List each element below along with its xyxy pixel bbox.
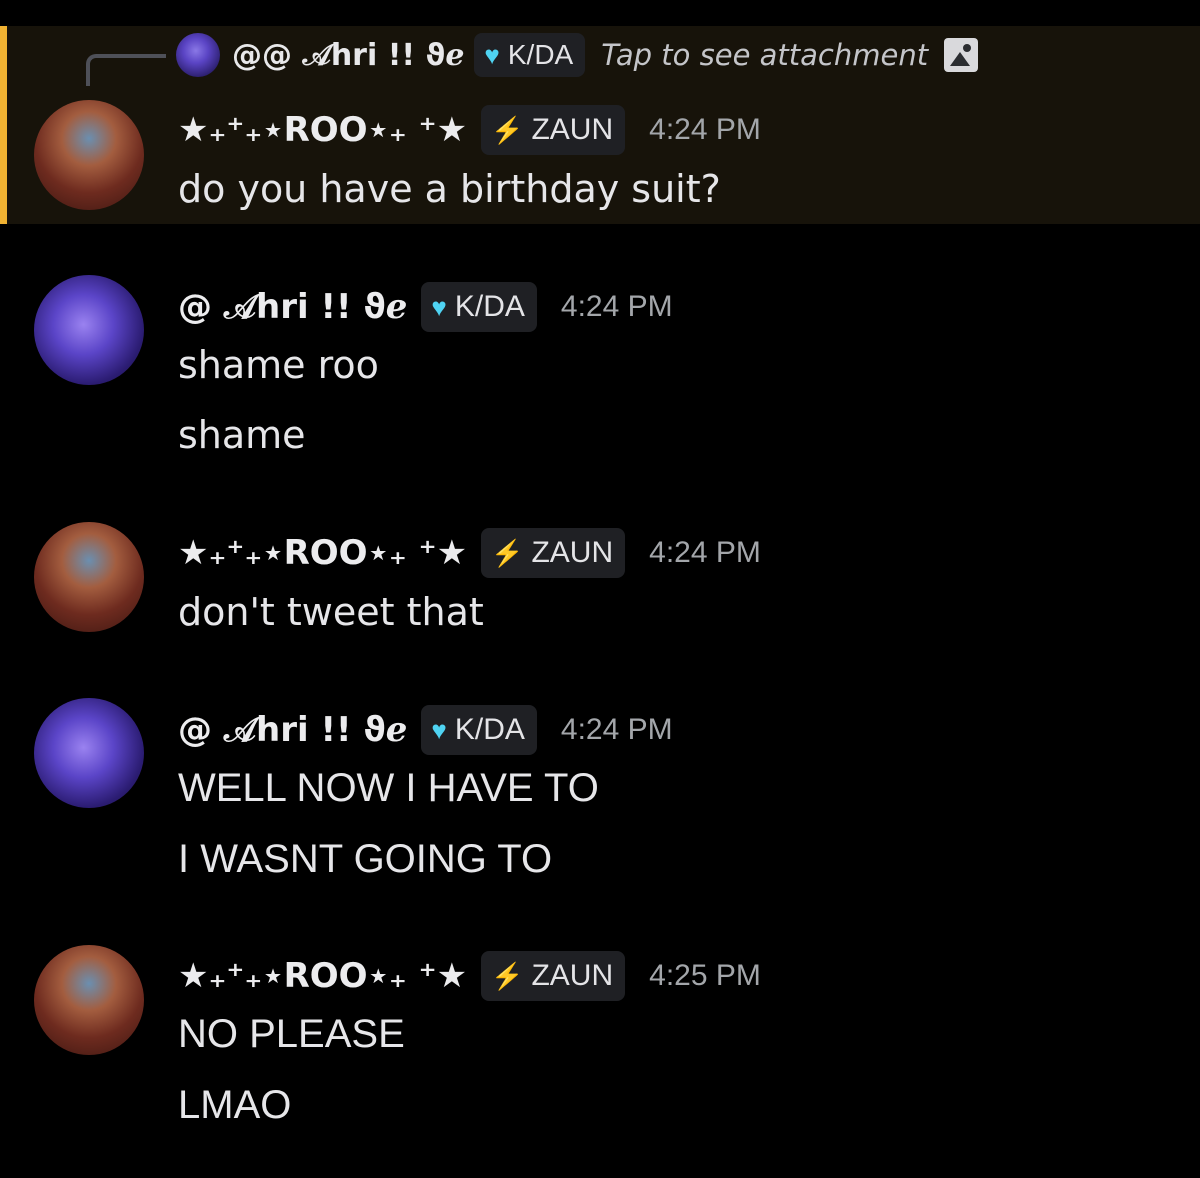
role-tag-label: K/DA	[454, 713, 525, 746]
message-header: @ 𝒜hri !! ϑℯ ♥ K/DA 4:24 PM	[178, 281, 673, 333]
username[interactable]: @ 𝒜hri !! ϑℯ	[178, 710, 407, 750]
timestamp: 4:24 PM	[560, 290, 673, 323]
role-tag-label: ZAUN	[531, 113, 614, 146]
heart-icon: ♥	[431, 291, 447, 322]
message-text: WELL NOW I HAVE TO	[178, 766, 599, 810]
bolt-icon: ⚡	[491, 537, 524, 568]
reply-connector-line	[86, 54, 166, 86]
username[interactable]: ★₊⁺₊⋆ROO⋆₊ ⁺★	[178, 110, 467, 150]
timestamp: 4:24 PM	[649, 536, 761, 569]
reply-role-tag[interactable]: ♥ K/DA	[474, 33, 586, 77]
message-text: LMAO	[178, 1083, 292, 1127]
message-header: ★₊⁺₊⋆ROO⋆₊ ⁺★ ⚡ ZAUN 4:25 PM	[178, 950, 761, 1002]
username[interactable]: ★₊⁺₊⋆ROO⋆₊ ⁺★	[178, 956, 467, 996]
role-tag[interactable]: ♥ K/DA	[421, 705, 537, 755]
reply-preview[interactable]: @@ 𝒜hri !! ϑℯ ♥ K/DA Tap to see attachme…	[176, 33, 979, 77]
role-tag[interactable]: ⚡ ZAUN	[481, 105, 626, 155]
reply-attachment-text[interactable]: Tap to see attachment	[601, 38, 928, 72]
timestamp: 4:24 PM	[560, 713, 673, 746]
avatar[interactable]	[34, 698, 144, 808]
message-text: I WASNT GOING TO	[178, 837, 553, 881]
role-tag-label: K/DA	[454, 290, 525, 323]
avatar[interactable]	[34, 522, 144, 632]
role-tag-label: ZAUN	[531, 959, 614, 992]
message-text: do you have a birthday suit?	[178, 167, 721, 211]
message-text: shame	[178, 413, 306, 457]
reply-username[interactable]: @@ 𝒜hri !! ϑℯ	[232, 38, 464, 73]
message-text: shame roo	[178, 343, 379, 387]
heart-icon: ♥	[431, 714, 447, 745]
role-tag-label: ZAUN	[531, 536, 614, 569]
bolt-icon: ⚡	[491, 960, 524, 991]
avatar[interactable]	[34, 100, 144, 210]
username[interactable]: ★₊⁺₊⋆ROO⋆₊ ⁺★	[178, 533, 467, 573]
message-text: don't tweet that	[178, 590, 484, 634]
mention-highlight-bar	[0, 26, 7, 224]
role-tag[interactable]: ⚡ ZAUN	[481, 951, 626, 1001]
heart-icon: ♥	[484, 39, 500, 70]
username[interactable]: @ 𝒜hri !! ϑℯ	[178, 287, 407, 327]
timestamp: 4:24 PM	[649, 113, 761, 146]
message-text: NO PLEASE	[178, 1012, 405, 1056]
reply-role-tag-label: K/DA	[507, 39, 574, 70]
bolt-icon: ⚡	[491, 114, 524, 145]
avatar[interactable]	[34, 275, 144, 385]
timestamp: 4:25 PM	[649, 959, 761, 992]
avatar[interactable]	[34, 945, 144, 1055]
message-header: @ 𝒜hri !! ϑℯ ♥ K/DA 4:24 PM	[178, 704, 673, 756]
role-tag[interactable]: ⚡ ZAUN	[481, 528, 626, 578]
role-tag[interactable]: ♥ K/DA	[421, 282, 537, 332]
image-icon[interactable]	[944, 38, 979, 72]
message-header: ★₊⁺₊⋆ROO⋆₊ ⁺★ ⚡ ZAUN 4:24 PM	[178, 527, 761, 579]
message-header: ★₊⁺₊⋆ROO⋆₊ ⁺★ ⚡ ZAUN 4:24 PM	[178, 104, 761, 156]
reply-avatar[interactable]	[176, 33, 220, 77]
